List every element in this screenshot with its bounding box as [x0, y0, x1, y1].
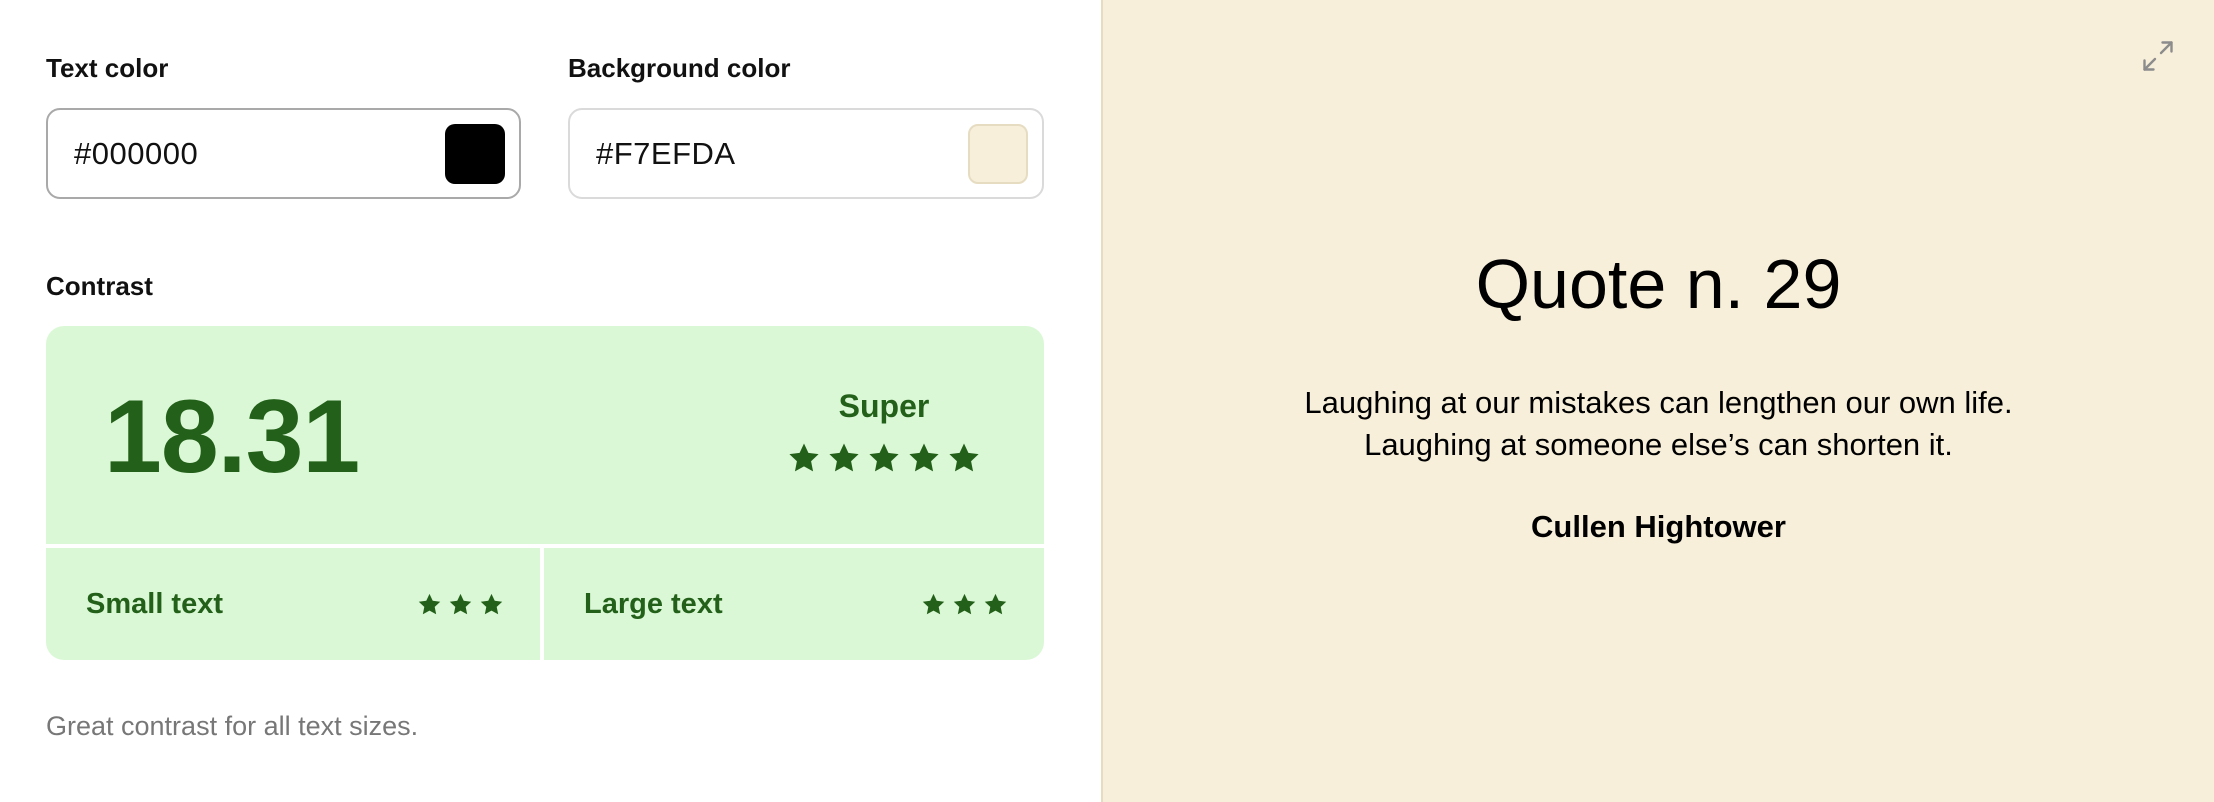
expand-button[interactable] [2138, 36, 2178, 76]
star-icon [418, 593, 441, 614]
background-color-swatch[interactable] [968, 123, 1028, 184]
star-icon [922, 593, 945, 614]
quote-text: Laughing at our mistakes can lengthen ou… [1103, 382, 2214, 466]
background-color-input[interactable]: #F7EFDA [568, 108, 1044, 199]
controls-panel: Text color #000000 Background color #F7E… [0, 0, 1101, 802]
star-icon [984, 593, 1007, 614]
contrast-ratio: 18.31 [104, 379, 360, 495]
contrast-label: Contrast [46, 271, 153, 301]
large-text-stars [921, 592, 1008, 617]
contrast-score-card: 18.31 Super Small text Large text [46, 326, 1044, 660]
quote-title: Quote n. 29 [1475, 245, 1842, 323]
text-color-swatch[interactable] [445, 123, 505, 184]
quote-line: Laughing at someone else’s can shorten i… [1364, 427, 1953, 462]
rating-label: Super [838, 388, 930, 424]
small-text-rating: Small text [46, 548, 540, 660]
contrast-helper-text: Great contrast for all text sizes. [46, 711, 419, 741]
star-icon [949, 443, 979, 472]
text-color-input[interactable]: #000000 [46, 108, 521, 199]
small-text-label: Small text [86, 587, 223, 620]
contrast-rating: Super [784, 388, 984, 475]
star-icon [953, 593, 976, 614]
large-text-rating: Large text [544, 548, 1044, 660]
contrast-checker-app: Text color #000000 Background color #F7E… [0, 0, 2214, 802]
text-color-label: Text color [46, 53, 169, 83]
expand-icon[interactable] [2140, 38, 2176, 74]
quote-author: Cullen Hightower [1531, 509, 1786, 544]
background-color-value[interactable]: #F7EFDA [596, 136, 736, 172]
star-icon [909, 443, 939, 472]
text-color-value[interactable]: #000000 [74, 136, 198, 172]
star-icon [449, 593, 472, 614]
contrast-summary: 18.31 Super [46, 326, 1044, 544]
star-icon [789, 443, 819, 472]
quote-preview: Quote n. 29 Laughing at our mistakes can… [1101, 0, 2214, 802]
star-icon [869, 443, 899, 472]
background-color-label: Background color [568, 53, 791, 83]
large-text-label: Large text [584, 587, 723, 620]
star-icon [480, 593, 503, 614]
rating-stars [787, 441, 981, 475]
star-icon [829, 443, 859, 472]
quote-line: Laughing at our mistakes can lengthen ou… [1304, 385, 2013, 420]
small-text-stars [417, 592, 504, 617]
